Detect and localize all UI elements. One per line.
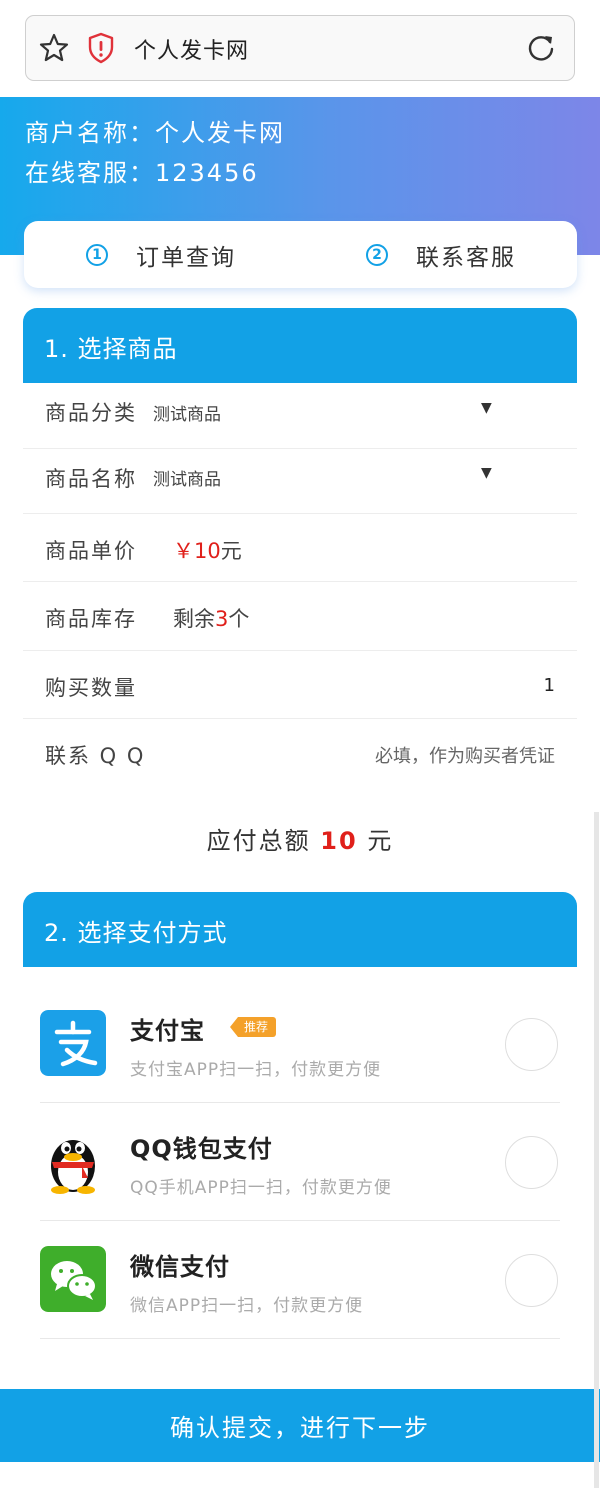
- quantity-label: 购买数量: [45, 676, 137, 700]
- stock-value: 剩余3个: [173, 607, 250, 631]
- merchant-name: 商户名称：个人发卡网: [25, 119, 285, 147]
- price-row: 商品单价 ￥10元: [23, 514, 577, 582]
- payment-option-alipay[interactable]: 支付宝 推荐 支付宝APP扫一扫，付款更方便: [40, 985, 560, 1103]
- number-badge-icon: 1: [86, 244, 108, 266]
- category-select[interactable]: 商品分类 测试商品 ▼: [23, 383, 577, 449]
- section-title: 2. 选择支付方式: [44, 919, 228, 947]
- number-badge-icon: 2: [366, 244, 388, 266]
- payment-option-qq[interactable]: QQ钱包支付 QQ手机APP扫一扫，付款更方便: [40, 1103, 560, 1221]
- shield-warning-icon[interactable]: [87, 32, 115, 64]
- alipay-icon: [40, 1010, 106, 1076]
- scrollbar[interactable]: [594, 812, 599, 1488]
- payment-name: QQ钱包支付: [130, 1135, 273, 1163]
- qq-label: 联系 Q Q: [45, 744, 146, 768]
- total-amount: 应付总额 10 元: [206, 827, 394, 855]
- contact-service-button[interactable]: 2 联系客服: [366, 238, 516, 272]
- price-value: ￥10元: [173, 539, 242, 563]
- qq-input[interactable]: 必填，作为购买者凭证: [375, 742, 555, 768]
- section-title: 1. 选择商品: [44, 335, 178, 363]
- radio-wechat[interactable]: [505, 1254, 558, 1307]
- quantity-row[interactable]: 购买数量 1: [23, 651, 577, 719]
- address-bar[interactable]: 个人发卡网: [25, 15, 575, 81]
- qq-row[interactable]: 联系 Q Q 必填，作为购买者凭证: [23, 719, 577, 787]
- payment-method-header: 2. 选择支付方式: [23, 892, 577, 967]
- stock-label: 商品库存: [45, 607, 137, 631]
- product-name-label: 商品名称: [45, 467, 137, 491]
- quantity-input[interactable]: 1: [544, 675, 555, 696]
- stock-row: 商品库存 剩余3个: [23, 582, 577, 651]
- payment-desc: QQ手机APP扫一扫，付款更方便: [130, 1178, 392, 1198]
- chevron-down-icon: ▼: [481, 400, 492, 416]
- order-query-label: 订单查询: [136, 245, 236, 271]
- browser-bar: 个人发卡网: [0, 0, 600, 97]
- product-name-value: 测试商品: [153, 470, 221, 490]
- order-query-button[interactable]: 1 订单查询: [86, 238, 236, 272]
- payment-name: 微信支付: [130, 1253, 230, 1281]
- payment-option-wechat[interactable]: 微信支付 微信APP扫一扫，付款更方便: [40, 1221, 560, 1339]
- radio-alipay[interactable]: [505, 1018, 558, 1071]
- address-title[interactable]: 个人发卡网: [134, 33, 249, 65]
- price-label: 商品单价: [45, 539, 137, 563]
- radio-qq[interactable]: [505, 1136, 558, 1189]
- star-icon[interactable]: [38, 32, 70, 64]
- qq-penguin-icon: [51, 1140, 95, 1194]
- submit-button[interactable]: 确认提交，进行下一步: [0, 1389, 600, 1462]
- wechat-icon: [40, 1246, 106, 1312]
- contact-service-label: 联系客服: [416, 245, 516, 271]
- chevron-down-icon: ▼: [481, 465, 492, 481]
- quick-nav: 1 订单查询 2 联系客服: [24, 221, 577, 288]
- online-service: 在线客服：123456: [25, 159, 259, 187]
- select-product-header: 1. 选择商品: [23, 308, 577, 383]
- payment-name: 支付宝: [130, 1017, 205, 1045]
- product-name-select[interactable]: 商品名称 测试商品 ▼: [23, 449, 577, 514]
- payment-desc: 微信APP扫一扫，付款更方便: [130, 1296, 364, 1316]
- recommend-badge: 推荐: [230, 1017, 277, 1037]
- reload-icon[interactable]: [525, 32, 557, 64]
- payment-desc: 支付宝APP扫一扫，付款更方便: [130, 1060, 382, 1080]
- category-value: 测试商品: [153, 405, 221, 425]
- category-label: 商品分类: [45, 401, 137, 425]
